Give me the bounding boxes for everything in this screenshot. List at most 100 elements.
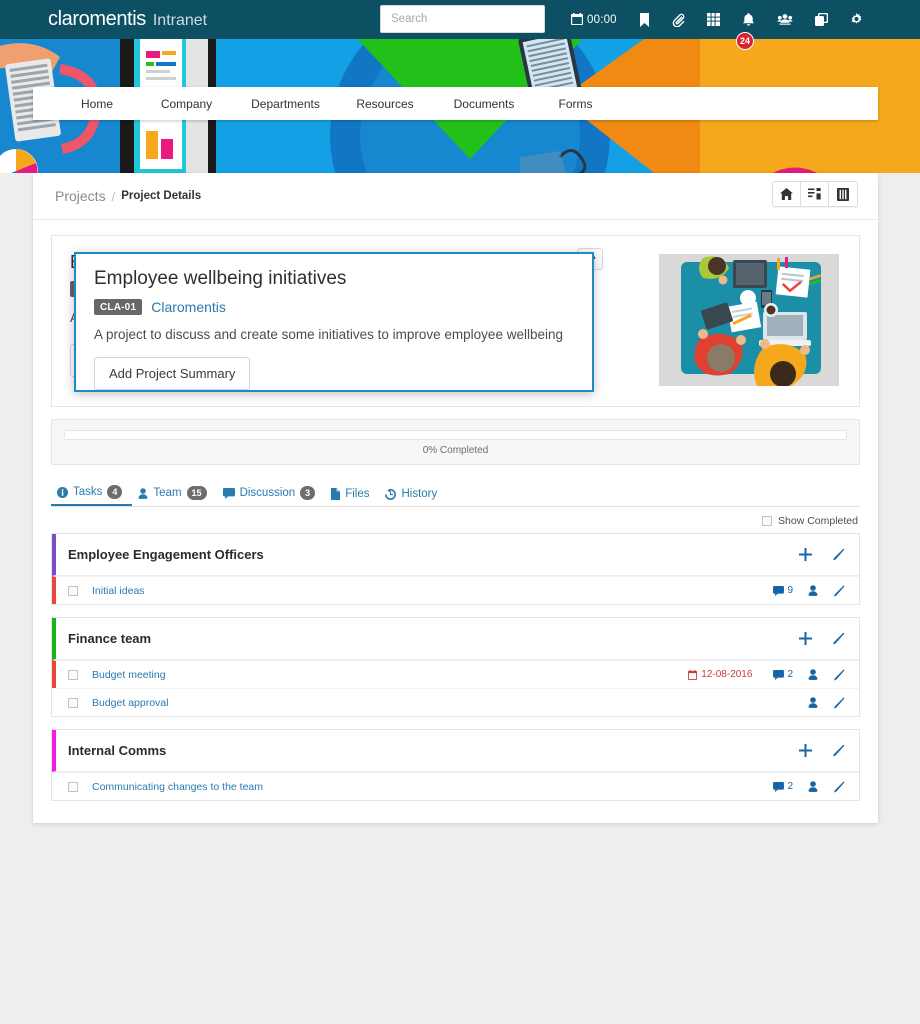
person-icon: [138, 487, 149, 499]
task-name[interactable]: Budget meeting: [92, 669, 166, 681]
task-row[interactable]: Communicating changes to the team 2: [52, 772, 859, 800]
task-comment-count[interactable]: 2: [773, 781, 793, 792]
tab-tasks-count: 4: [107, 485, 123, 499]
top-bar: claromentis Intranet 00:00: [0, 0, 920, 39]
comment-icon: [773, 669, 785, 680]
project-tabs: Tasks 4 Team 15 Discussion 3 Files Histo…: [51, 481, 860, 507]
comment-icon: [773, 585, 785, 596]
tab-history[interactable]: History: [379, 488, 447, 506]
task-group: Finance team Budget meeting 12-08-2016 2…: [51, 617, 860, 717]
main-navigation: Home Company Departments Resources Docum…: [33, 87, 878, 120]
task-due-date: 12-08-2016: [688, 669, 752, 680]
task-row-actions: 9: [773, 585, 845, 597]
nav-item-forms[interactable]: Forms: [533, 97, 618, 111]
task-list-icon[interactable]: [801, 182, 829, 206]
popup-project-meta: CLA-01 Claromentis: [94, 299, 574, 315]
assignee-person-icon[interactable]: [808, 585, 818, 596]
task-due-date-value: 12-08-2016: [701, 669, 753, 680]
tab-tasks-label: Tasks: [73, 486, 103, 499]
brand-logo[interactable]: claromentis Intranet: [48, 8, 207, 31]
comment-icon: [222, 487, 235, 499]
nav-item-documents[interactable]: Documents: [435, 97, 533, 111]
breadcrumb: Projects / Project Details: [33, 173, 878, 220]
task-checkbox[interactable]: [68, 781, 78, 792]
plus-icon[interactable]: [799, 632, 812, 645]
popup-add-project-summary-button[interactable]: Add Project Summary: [94, 357, 251, 390]
plus-icon[interactable]: [799, 548, 812, 561]
popup-project-description: A project to discuss and create some ini…: [94, 327, 563, 342]
task-checkbox[interactable]: [68, 585, 78, 596]
apps-grid-icon[interactable]: [696, 0, 731, 39]
assignee-person-icon[interactable]: [808, 669, 818, 680]
task-row[interactable]: Initial ideas 9: [52, 576, 859, 604]
clock-text: 00:00: [587, 13, 617, 26]
task-name[interactable]: Budget approval: [92, 697, 168, 709]
bookmark-icon[interactable]: [628, 0, 661, 39]
task-comment-count-value: 2: [787, 669, 793, 680]
people-icon[interactable]: [766, 0, 804, 39]
task-comment-count[interactable]: 2: [773, 669, 793, 680]
task-row[interactable]: Budget meeting 12-08-2016 2: [52, 660, 859, 688]
task-comment-count-value: 2: [787, 781, 793, 792]
task-checkbox[interactable]: [68, 697, 78, 708]
show-completed-label: Show Completed: [778, 515, 858, 527]
task-edit-pencil-icon[interactable]: [833, 585, 845, 597]
nav-item-company[interactable]: Company: [137, 97, 236, 111]
paperclip-icon[interactable]: [661, 0, 696, 39]
global-search[interactable]: [380, 5, 545, 33]
home-icon[interactable]: [773, 182, 801, 206]
task-row-actions: [808, 697, 845, 709]
task-edit-pencil-icon[interactable]: [833, 781, 845, 793]
nav-item-resources[interactable]: Resources: [335, 97, 435, 111]
breadcrumb-action-group: [772, 181, 858, 207]
assignee-person-icon[interactable]: [808, 697, 818, 708]
popup-project-title: Employee wellbeing initiatives: [94, 268, 347, 289]
tab-tasks[interactable]: Tasks 4: [51, 485, 133, 506]
breadcrumb-separator: /: [111, 188, 116, 204]
notification-badge: 24: [736, 32, 754, 50]
task-group: Employee Engagement Officers Initial ide…: [51, 533, 860, 605]
pencil-icon[interactable]: [832, 744, 845, 757]
copy-icon[interactable]: [804, 0, 839, 39]
task-edit-pencil-icon[interactable]: [833, 669, 845, 681]
app-page: claromentis Intranet 00:00: [0, 0, 920, 1024]
tab-team[interactable]: Team 15: [132, 486, 216, 506]
breadcrumb-root[interactable]: Projects: [55, 188, 106, 204]
task-group-actions: [799, 632, 845, 645]
task-row[interactable]: Budget approval: [52, 688, 859, 716]
task-checkbox[interactable]: [68, 669, 78, 680]
top-bar-icons: 00:00: [560, 0, 874, 39]
tab-discussion-count: 3: [300, 486, 316, 500]
tab-history-label: History: [401, 488, 438, 500]
show-completed-filter[interactable]: Show Completed: [33, 515, 858, 527]
assignee-person-icon[interactable]: [808, 781, 818, 792]
task-name[interactable]: Initial ideas: [92, 585, 145, 597]
popup-project-client-link[interactable]: Claromentis: [151, 299, 226, 315]
archive-book-icon[interactable]: [829, 182, 857, 206]
task-group: Internal Comms Communicating changes to …: [51, 729, 860, 801]
logo-sub-text: Intranet: [152, 12, 208, 29]
task-group-header: Internal Comms: [52, 730, 859, 772]
calendar-clock-icon[interactable]: 00:00: [560, 0, 628, 39]
search-input[interactable]: [389, 12, 536, 26]
task-group-title: Employee Engagement Officers: [68, 547, 264, 562]
pencil-icon[interactable]: [832, 632, 845, 645]
plus-icon[interactable]: [799, 744, 812, 757]
info-circle-icon: [57, 486, 68, 498]
nav-item-departments[interactable]: Departments: [236, 97, 335, 111]
file-icon: [331, 488, 341, 500]
project-summary-highlight-popup: Employee wellbeing initiatives CLA-01 Cl…: [74, 252, 594, 392]
tab-files[interactable]: Files: [325, 488, 379, 506]
task-row-actions: 2: [773, 781, 845, 793]
task-edit-pencil-icon[interactable]: [833, 697, 845, 709]
task-name[interactable]: Communicating changes to the team: [92, 781, 263, 793]
project-progress: 0% Completed: [51, 419, 860, 465]
tab-team-count: 15: [186, 486, 207, 500]
pencil-icon[interactable]: [832, 548, 845, 561]
gear-icon[interactable]: [839, 0, 874, 39]
task-comment-count[interactable]: 9: [773, 585, 793, 596]
tab-discussion[interactable]: Discussion 3: [217, 486, 326, 506]
tab-team-label: Team: [153, 487, 182, 500]
nav-item-home[interactable]: Home: [57, 97, 137, 111]
show-completed-checkbox[interactable]: [762, 516, 773, 526]
